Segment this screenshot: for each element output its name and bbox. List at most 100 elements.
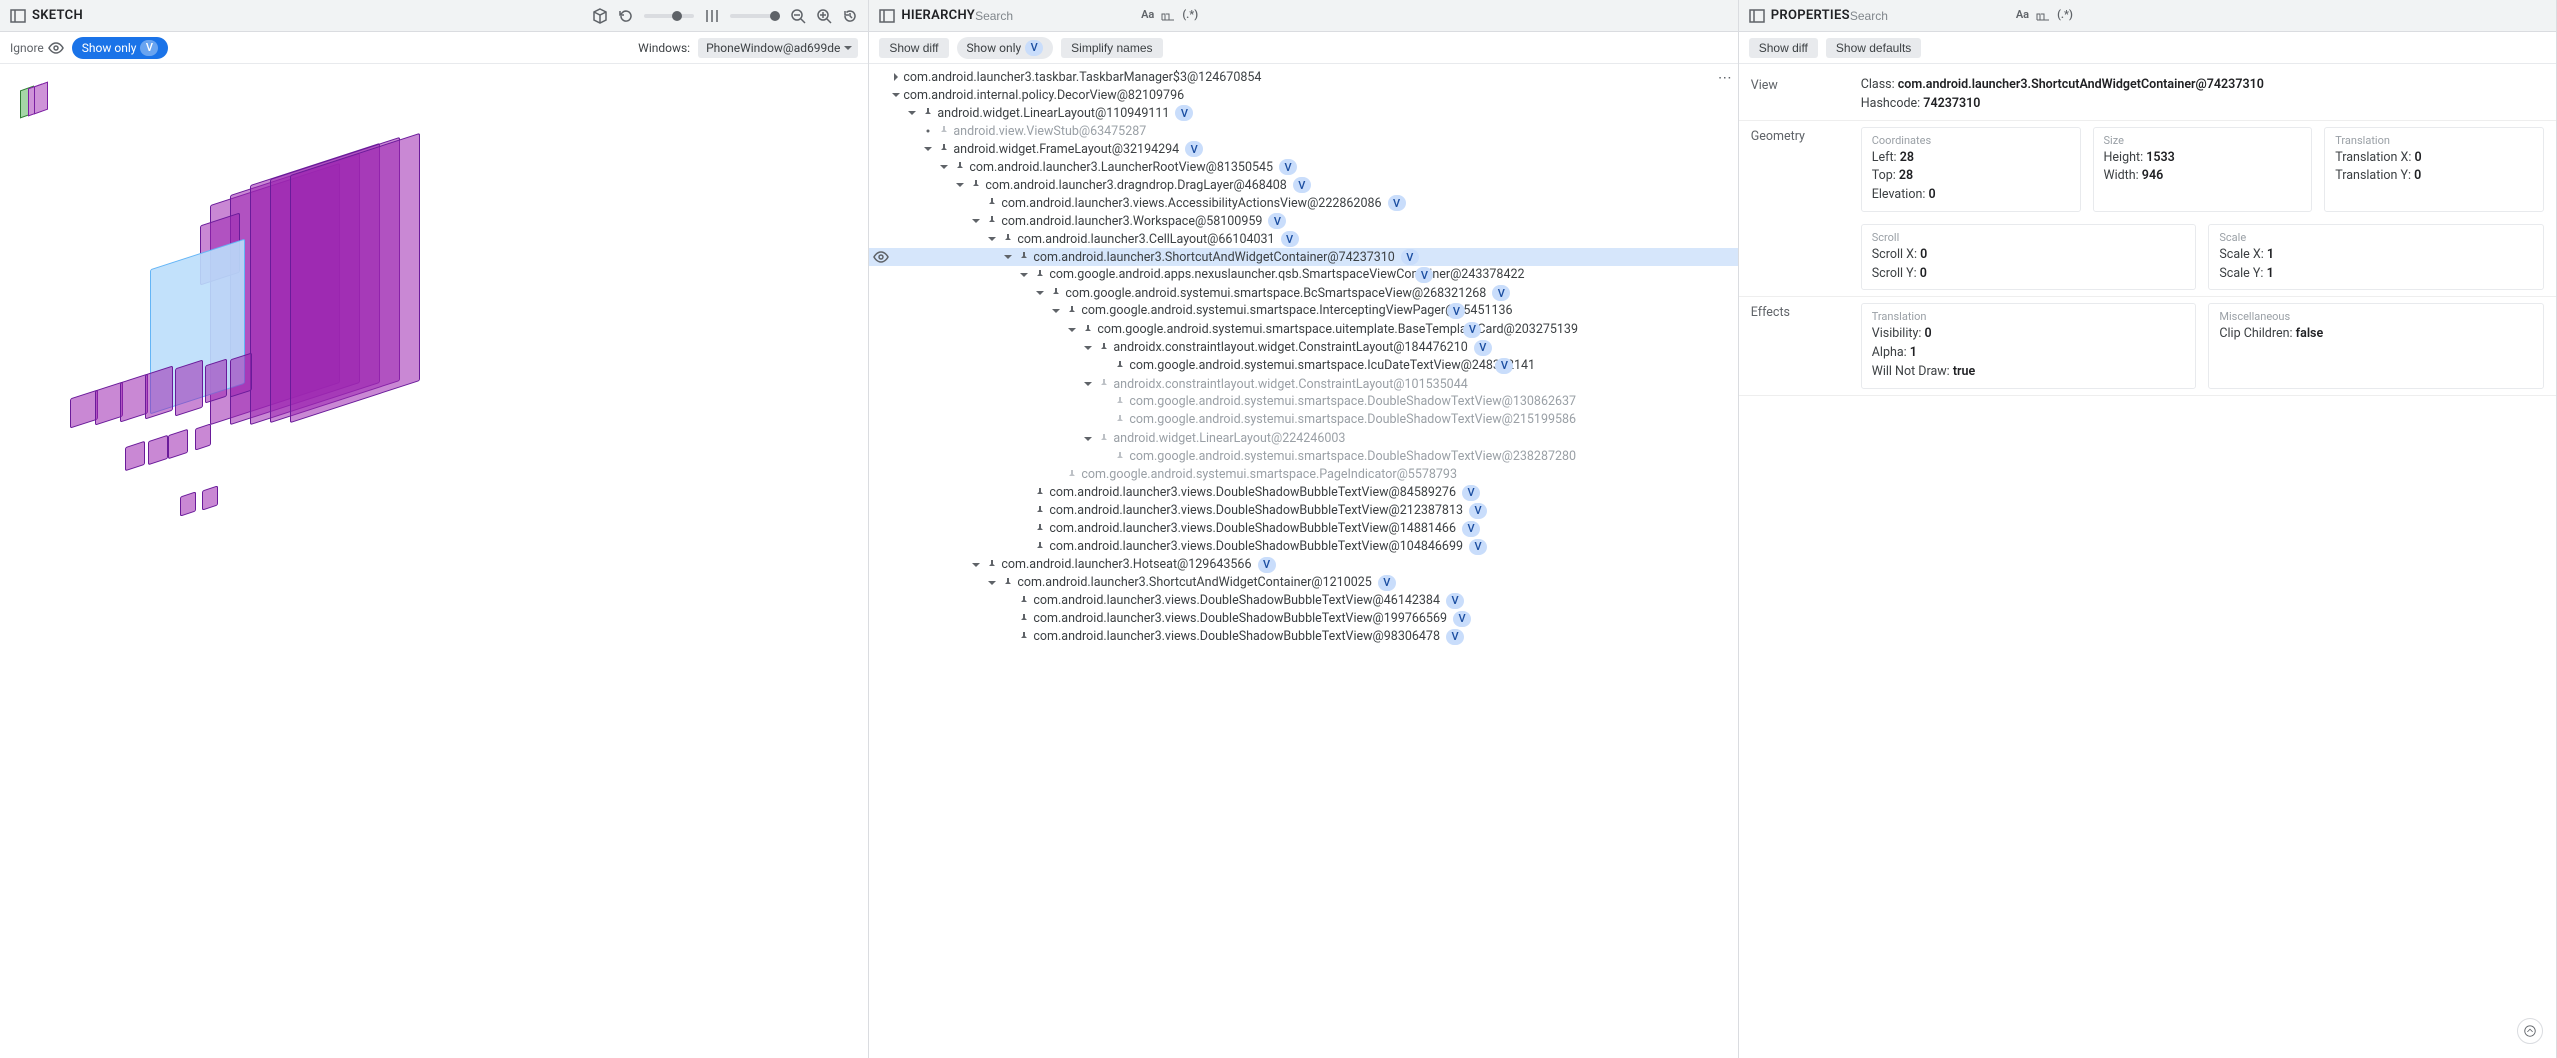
hierarchy-tree[interactable]: com.android.launcher3.taskbar.TaskbarMan…	[869, 64, 1737, 1058]
tree-row[interactable]: com.google.android.systemui.smartspace.I…	[869, 302, 1737, 320]
pin-icon[interactable]	[987, 198, 997, 208]
tree-row[interactable]: com.android.launcher3.views.DoubleShadow…	[869, 502, 1737, 520]
pin-icon[interactable]	[1019, 614, 1029, 624]
search-input[interactable]	[975, 9, 1135, 23]
search-input[interactable]	[1850, 9, 2010, 23]
expand-toggle[interactable]	[1081, 379, 1095, 389]
pin-icon[interactable]	[1003, 234, 1013, 244]
pin-icon[interactable]	[1083, 325, 1093, 335]
cube-icon[interactable]	[592, 8, 608, 24]
expand-toggle[interactable]	[921, 144, 935, 154]
expand-toggle[interactable]	[889, 90, 903, 100]
expand-toggle[interactable]	[1001, 252, 1015, 262]
match-case-icon[interactable]: Aa	[2016, 8, 2029, 24]
pin-icon[interactable]	[939, 126, 949, 136]
pin-icon[interactable]	[1035, 270, 1045, 280]
tree-row[interactable]: com.android.launcher3.dragndrop.DragLaye…	[869, 176, 1737, 194]
pin-icon[interactable]	[971, 180, 981, 190]
ignore-toggle[interactable]: Ignore	[10, 40, 64, 56]
pin-icon[interactable]	[1035, 524, 1045, 534]
expand-toggle[interactable]	[889, 72, 903, 82]
sketch-minimap[interactable]	[18, 82, 54, 124]
pin-icon[interactable]	[1115, 452, 1125, 462]
pin-icon[interactable]	[1035, 542, 1045, 552]
pin-icon[interactable]	[955, 162, 965, 172]
regex-icon[interactable]: (.*)	[1182, 8, 1198, 24]
tree-row[interactable]: com.android.launcher3.Hotseat@129643566V	[869, 556, 1737, 574]
tree-row[interactable]: com.android.launcher3.CellLayout@6610403…	[869, 230, 1737, 248]
pin-icon[interactable]	[1099, 434, 1109, 444]
tree-row[interactable]: com.android.launcher3.ShortcutAndWidgetC…	[869, 574, 1737, 592]
tree-row[interactable]: com.google.android.systemui.smartspace.D…	[869, 393, 1737, 411]
tree-row[interactable]: com.google.android.systemui.smartspace.P…	[869, 466, 1737, 484]
pin-icon[interactable]	[1035, 506, 1045, 516]
expand-toggle[interactable]	[1049, 306, 1063, 316]
simplify-names-button[interactable]: Simplify names	[1061, 38, 1162, 58]
pin-icon[interactable]	[987, 216, 997, 226]
scroll-top-fab[interactable]	[2517, 1018, 2543, 1044]
pin-icon[interactable]	[1099, 379, 1109, 389]
pin-icon[interactable]	[1035, 488, 1045, 498]
expand-toggle[interactable]	[969, 216, 983, 226]
pin-icon[interactable]	[1115, 361, 1125, 371]
pin-icon[interactable]	[1115, 397, 1125, 407]
tree-row[interactable]: com.google.android.systemui.smartspace.u…	[869, 321, 1737, 339]
sketch-3d-view[interactable]	[0, 64, 868, 1058]
expand-toggle[interactable]	[1081, 343, 1095, 353]
regex-icon[interactable]: (.*)	[2057, 8, 2073, 24]
tree-row[interactable]: androidx.constraintlayout.widget.Constra…	[869, 375, 1737, 393]
tree-row[interactable]: android.widget.LinearLayout@224246003	[869, 430, 1737, 448]
tree-row[interactable]: com.android.launcher3.taskbar.TaskbarMan…	[869, 68, 1737, 86]
expand-toggle[interactable]	[905, 108, 919, 118]
tree-row[interactable]: com.google.android.systemui.smartspace.D…	[869, 411, 1737, 429]
expand-toggle[interactable]	[953, 180, 967, 190]
pin-icon[interactable]	[923, 108, 933, 118]
tree-row[interactable]: com.android.launcher3.views.DoubleShadow…	[869, 484, 1737, 502]
show-only-button[interactable]: Show only V	[72, 37, 169, 59]
show-diff-button[interactable]: Show diff	[879, 38, 948, 58]
match-case-icon[interactable]: Aa	[1141, 8, 1154, 24]
tree-row[interactable]: com.android.launcher3.LauncherRootView@8…	[869, 158, 1737, 176]
rotate-icon[interactable]	[618, 8, 634, 24]
tree-row[interactable]: com.google.android.systemui.smartspace.D…	[869, 448, 1737, 466]
tree-row[interactable]: android.view.ViewStub@63475287	[869, 122, 1737, 140]
zoom-in-icon[interactable]	[816, 8, 832, 24]
expand-toggle[interactable]	[1081, 434, 1095, 444]
tree-row[interactable]: com.android.launcher3.views.DoubleShadow…	[869, 628, 1737, 646]
expand-toggle[interactable]	[1017, 270, 1031, 280]
tree-row[interactable]: com.android.launcher3.views.DoubleShadow…	[869, 592, 1737, 610]
tree-row[interactable]: androidx.constraintlayout.widget.Constra…	[869, 339, 1737, 357]
pin-icon[interactable]	[939, 144, 949, 154]
show-diff-button[interactable]: Show diff	[1749, 38, 1818, 58]
pin-icon[interactable]	[1003, 578, 1013, 588]
tree-row[interactable]: com.google.android.systemui.smartspace.I…	[869, 357, 1737, 375]
pin-icon[interactable]	[1067, 470, 1077, 480]
expand-toggle[interactable]	[921, 126, 935, 136]
pin-icon[interactable]	[1019, 596, 1029, 606]
tree-row[interactable]: com.google.android.systemui.smartspace.B…	[869, 284, 1737, 302]
tree-row[interactable]: com.android.launcher3.ShortcutAndWidgetC…	[869, 248, 1737, 266]
tree-row[interactable]: com.android.launcher3.views.DoubleShadow…	[869, 610, 1737, 628]
history-icon[interactable]	[842, 8, 858, 24]
pin-icon[interactable]	[987, 560, 997, 570]
windows-select[interactable]: PhoneWindow@ad699de	[698, 38, 858, 58]
expand-toggle[interactable]	[1065, 325, 1079, 335]
depth-slider[interactable]	[730, 14, 780, 18]
tree-row[interactable]: com.android.launcher3.Workspace@58100959…	[869, 212, 1737, 230]
tree-row[interactable]: com.android.launcher3.views.Accessibilit…	[869, 194, 1737, 212]
pin-icon[interactable]	[1051, 288, 1061, 298]
tree-row[interactable]: com.android.launcher3.views.DoubleShadow…	[869, 520, 1737, 538]
more-icon[interactable]: ⋯	[1718, 70, 1732, 86]
tree-row[interactable]: android.widget.LinearLayout@110949111V	[869, 104, 1737, 122]
show-defaults-button[interactable]: Show defaults	[1826, 38, 1921, 58]
pin-icon[interactable]	[1067, 306, 1077, 316]
pin-icon[interactable]	[1019, 632, 1029, 642]
expand-toggle[interactable]	[1033, 288, 1047, 298]
expand-toggle[interactable]	[969, 560, 983, 570]
pin-icon[interactable]	[1115, 415, 1125, 425]
tree-row[interactable]: com.google.android.apps.nexuslauncher.qs…	[869, 266, 1737, 284]
show-only-button[interactable]: Show only V	[957, 37, 1054, 59]
word-match-icon[interactable]	[1160, 8, 1176, 24]
zoom-out-icon[interactable]	[790, 8, 806, 24]
pin-icon[interactable]	[1019, 252, 1029, 262]
